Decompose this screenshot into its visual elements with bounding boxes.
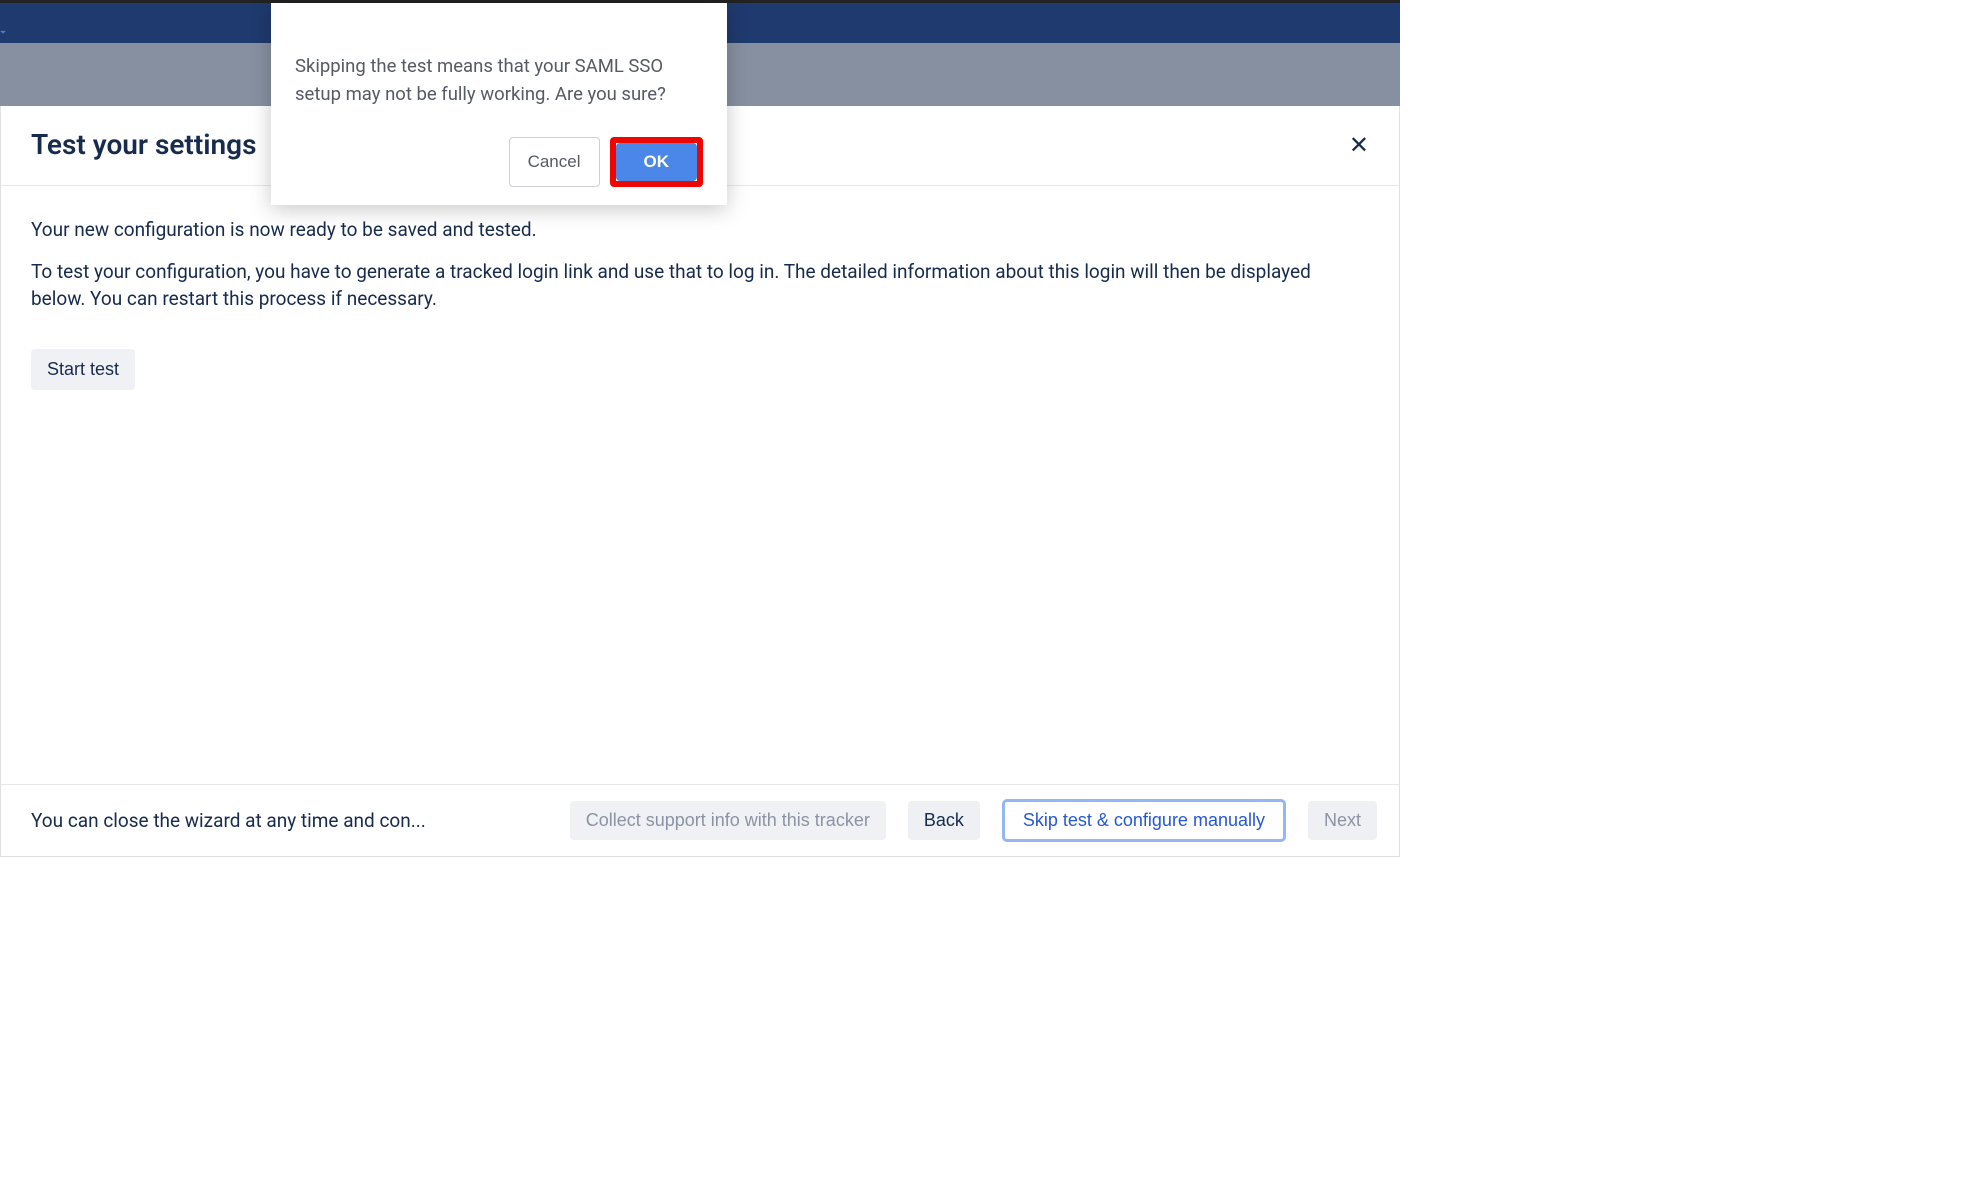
skip-test-button[interactable]: Skip test & configure manually bbox=[1002, 799, 1286, 842]
wizard-panel: Test your settings ✕ Your new configurat… bbox=[0, 106, 1400, 857]
ok-button-highlight: OK bbox=[610, 137, 704, 187]
confirm-skip-dialog: Skipping the test means that your SAML S… bbox=[271, 3, 727, 205]
ok-button[interactable]: OK bbox=[616, 143, 698, 181]
modal-message: Skipping the test means that your SAML S… bbox=[295, 53, 703, 109]
page-title: Test your settings bbox=[31, 128, 256, 161]
collect-support-info-button[interactable]: Collect support info with this tracker bbox=[570, 801, 886, 840]
back-button[interactable]: Back bbox=[908, 801, 980, 840]
chevron-down-icon[interactable] bbox=[0, 24, 10, 43]
intro-text-2: To test your configuration, you have to … bbox=[31, 258, 1369, 313]
start-test-button[interactable]: Start test bbox=[31, 349, 135, 390]
modal-button-row: Cancel OK bbox=[295, 137, 703, 187]
page-body: Your new configuration is now ready to b… bbox=[1, 186, 1399, 784]
next-button[interactable]: Next bbox=[1308, 801, 1377, 840]
cancel-button[interactable]: Cancel bbox=[509, 137, 600, 187]
wizard-footer: You can close the wizard at any time and… bbox=[1, 784, 1399, 856]
close-icon[interactable]: ✕ bbox=[1349, 131, 1369, 159]
intro-text-1: Your new configuration is now ready to b… bbox=[31, 216, 1369, 244]
footer-hint: You can close the wizard at any time and… bbox=[31, 809, 426, 832]
